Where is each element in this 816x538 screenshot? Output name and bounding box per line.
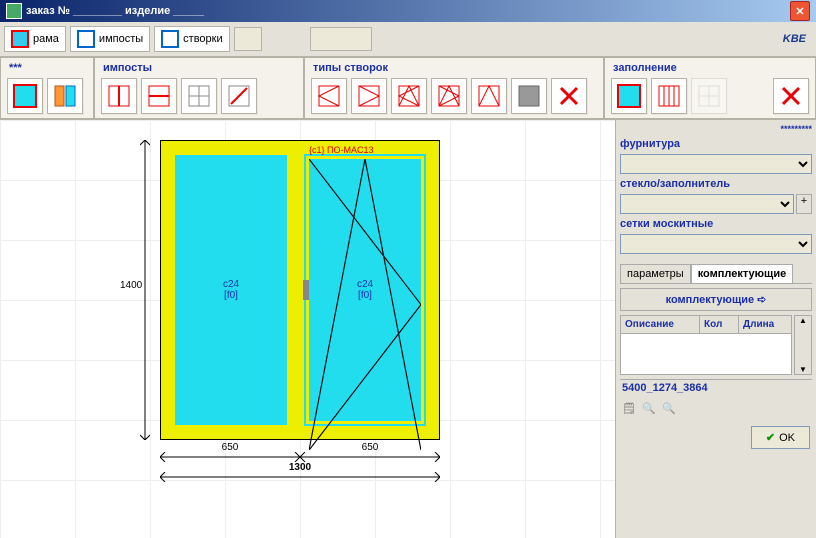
impost-vertical[interactable] [101,78,137,114]
fill-delete[interactable] [773,78,809,114]
section-label-filling: заполнение [609,60,811,76]
select-glass[interactable] [620,194,794,214]
window-frame[interactable]: c24[f0] {c1} ПО-MAC13 c24[f0] [160,140,440,440]
components-table-body[interactable] [620,334,792,375]
tool-slot-1[interactable] [234,27,262,51]
titlebar: заказ № ________ изделие _____ ✕ [0,0,816,22]
status-code: 5400_1274_3864 [620,379,812,396]
drawing-canvas[interactable]: 1400 c24[f0] {c1} ПО-MAC13 c24[f0] [0,120,616,538]
tool-frame-label: рама [33,33,59,45]
sash-tag: {c1} ПО-MAC13 [309,145,374,155]
sash-type-2[interactable] [351,78,387,114]
tool-imposts[interactable]: импосты [70,26,150,52]
ok-label: OK [779,432,795,444]
tool-sashes[interactable]: створки [154,26,229,52]
display-field [310,27,372,51]
impost-delete[interactable] [221,78,257,114]
tool-frame[interactable]: рама [4,26,66,52]
check-icon: ✔ [766,431,775,444]
app-icon [6,3,22,19]
asterisks: ********* [620,124,812,134]
sash-type-4[interactable] [431,78,467,114]
components-button[interactable]: комплектующие ➪ [666,294,767,306]
brand-label: KBE [783,33,812,45]
label-mosquito: сетки москитные [620,218,812,230]
sash-type-1[interactable] [311,78,347,114]
dim-width-left: 650 [160,442,300,453]
toolbar-main: рама импосты створки KBE [0,22,816,57]
impost-icon [77,30,95,48]
palette-frame-2[interactable] [47,78,83,114]
sash-type-5[interactable] [471,78,507,114]
tool-imposts-label: импосты [99,33,143,45]
sash-type-3[interactable] [391,78,427,114]
close-button[interactable]: ✕ [790,1,810,21]
plus-button[interactable]: + [796,194,812,214]
select-furniture[interactable] [620,154,812,174]
pane-right[interactable]: {c1} ПО-MAC13 c24[f0] [301,151,429,429]
impost-horizontal[interactable] [141,78,177,114]
scrollbar-v[interactable]: ▲▼ [794,315,812,375]
palette-bar: *** импосты типы створок заполнен [0,57,816,120]
label-furniture: фурнитура [620,138,812,150]
sash-type-delete[interactable] [551,78,587,114]
zoom-out-icon[interactable]: 🔍 [662,402,678,418]
window-title: заказ № ________ изделие _____ [26,5,204,17]
tab-components[interactable]: комплектующие [691,264,794,283]
dim-height: 1400 [120,280,142,291]
section-label-0: *** [5,60,89,76]
col-qty: Кол [700,316,739,333]
calc-icon: 🗒 [622,402,638,418]
fill-panel[interactable] [651,78,687,114]
ok-button[interactable]: ✔ OK [751,426,810,449]
col-desc: Описание [621,316,700,333]
select-mosquito[interactable] [620,234,812,254]
components-table-header: Описание Кол Длина [620,315,792,334]
fill-glass[interactable] [611,78,647,114]
dim-width-right: 650 [300,442,440,453]
label-glass: стекло/заполнитель [620,178,812,190]
frame-icon [11,30,29,48]
col-len: Длина [739,316,791,333]
section-label-imposts: импосты [99,60,299,76]
palette-frame-1[interactable] [7,78,43,114]
sash-icon [161,30,179,48]
tool-sashes-label: створки [183,33,222,45]
fill-disabled [691,78,727,114]
sash-type-mesh[interactable] [511,78,547,114]
section-label-sashtypes: типы створок [309,60,599,76]
dim-width-total: 1300 [160,462,440,473]
tab-params[interactable]: параметры [620,264,691,283]
pane-left[interactable]: c24[f0] [171,151,291,429]
zoom-in-icon[interactable]: 🔍 [642,402,658,418]
impost-both[interactable] [181,78,217,114]
arrow-right-icon: ➪ [757,294,766,306]
side-panel: ********* фурнитура стекло/заполнитель +… [616,120,816,538]
